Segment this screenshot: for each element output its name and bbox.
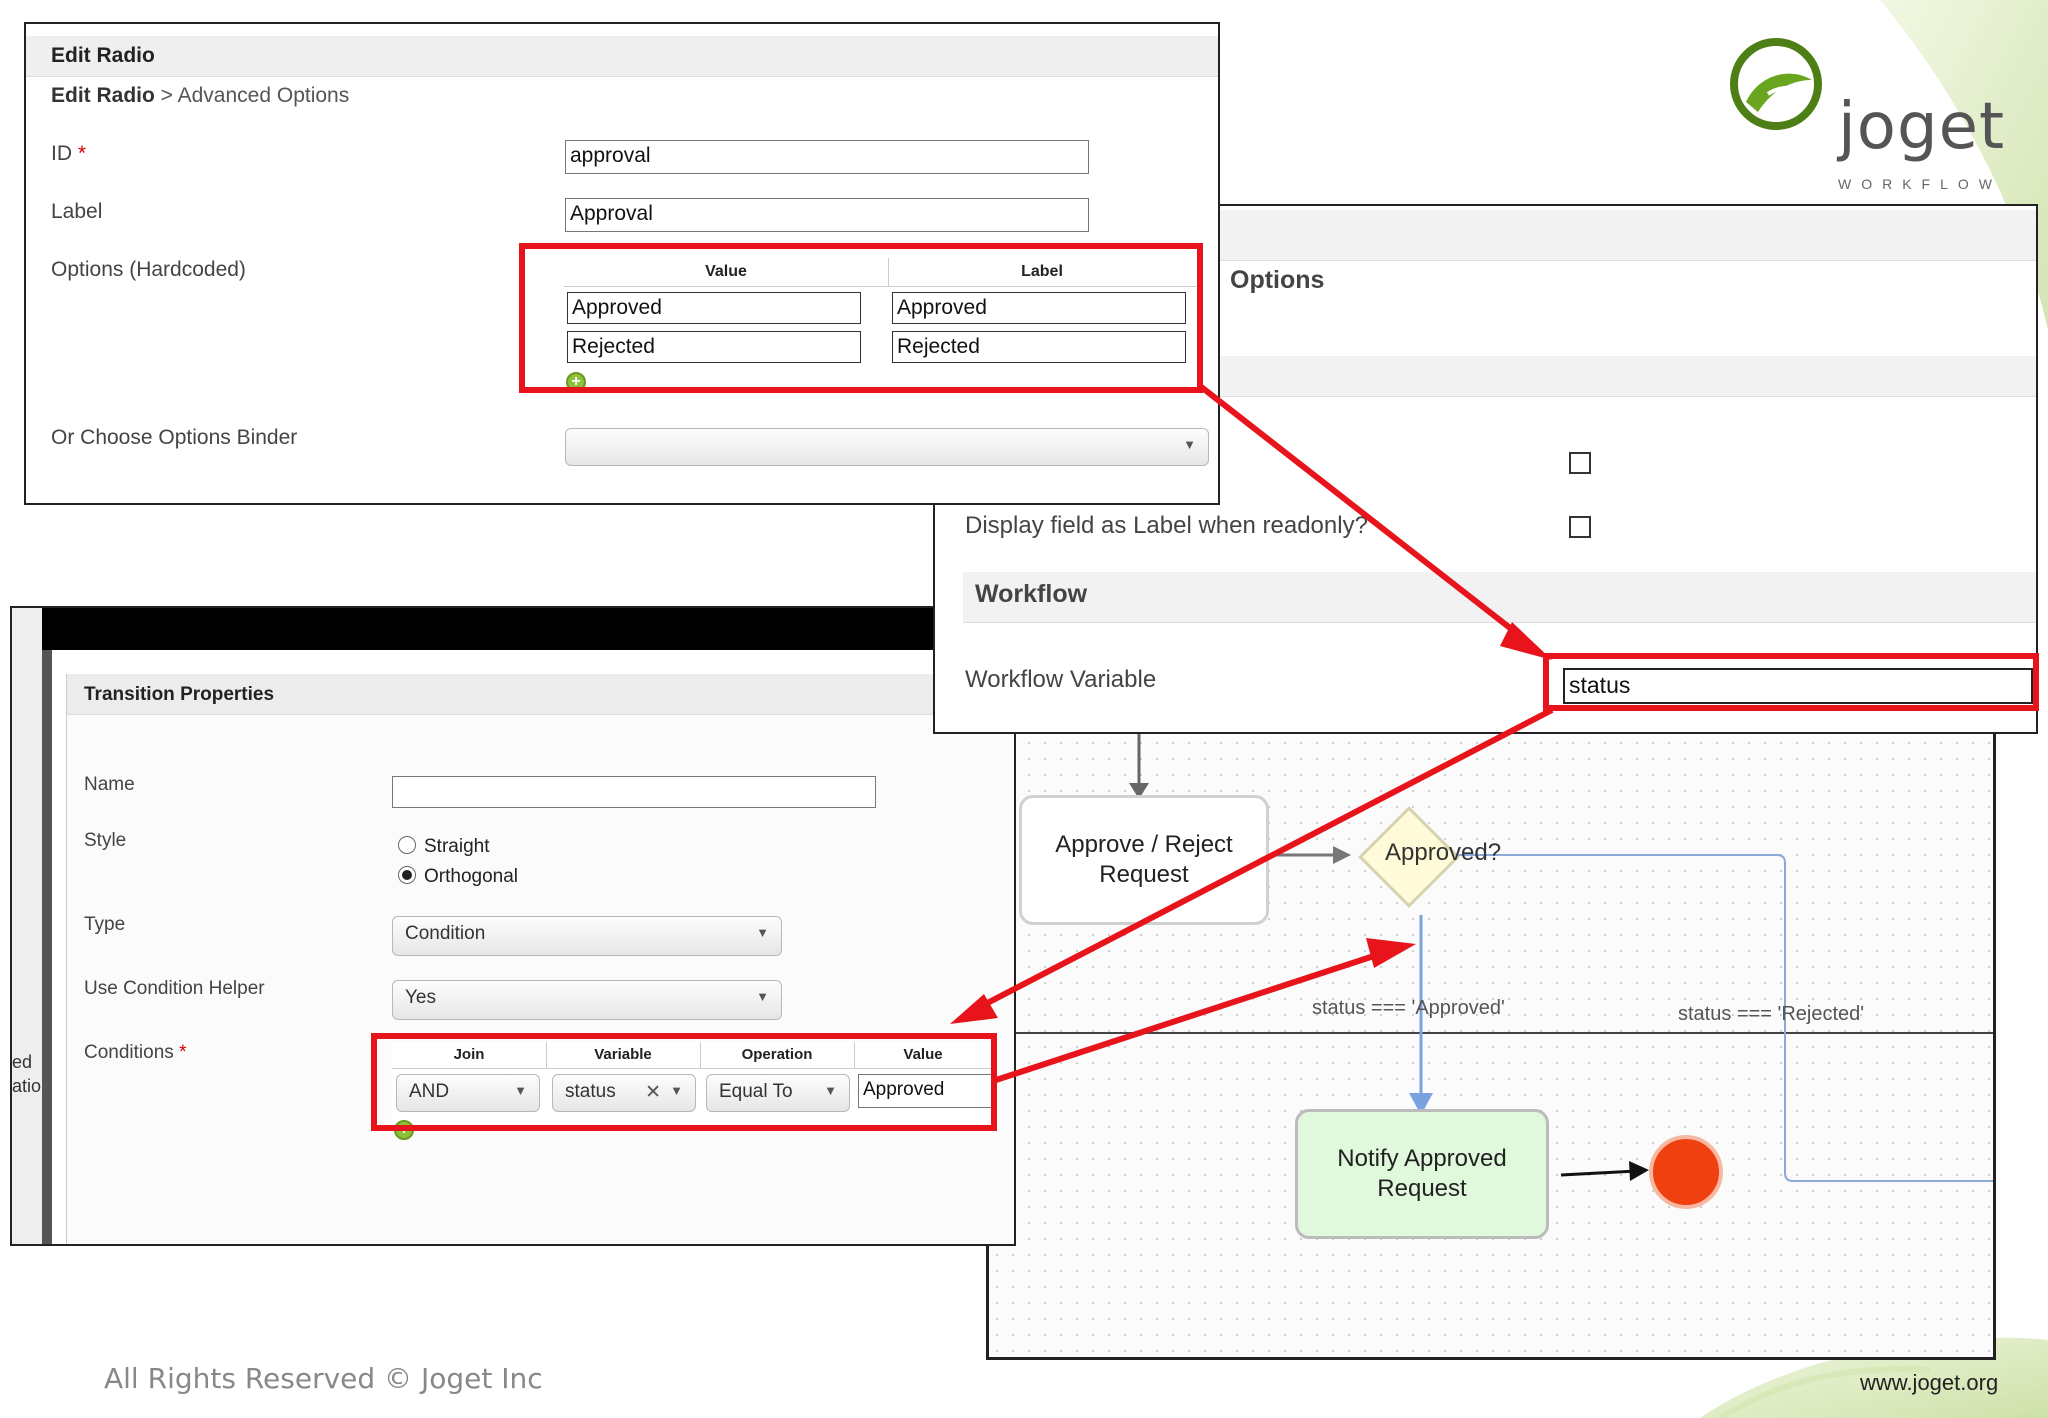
highlight-box-conditions xyxy=(371,1033,997,1131)
highlight-box-options xyxy=(519,243,1203,393)
highlight-box-workflow-variable xyxy=(1543,653,2039,711)
annotation-overlay xyxy=(371,243,2039,1131)
footer-copyright: All Rights Reserved © Joget Inc xyxy=(104,1362,543,1395)
footer-url[interactable]: www.joget.org xyxy=(1860,1370,1998,1396)
